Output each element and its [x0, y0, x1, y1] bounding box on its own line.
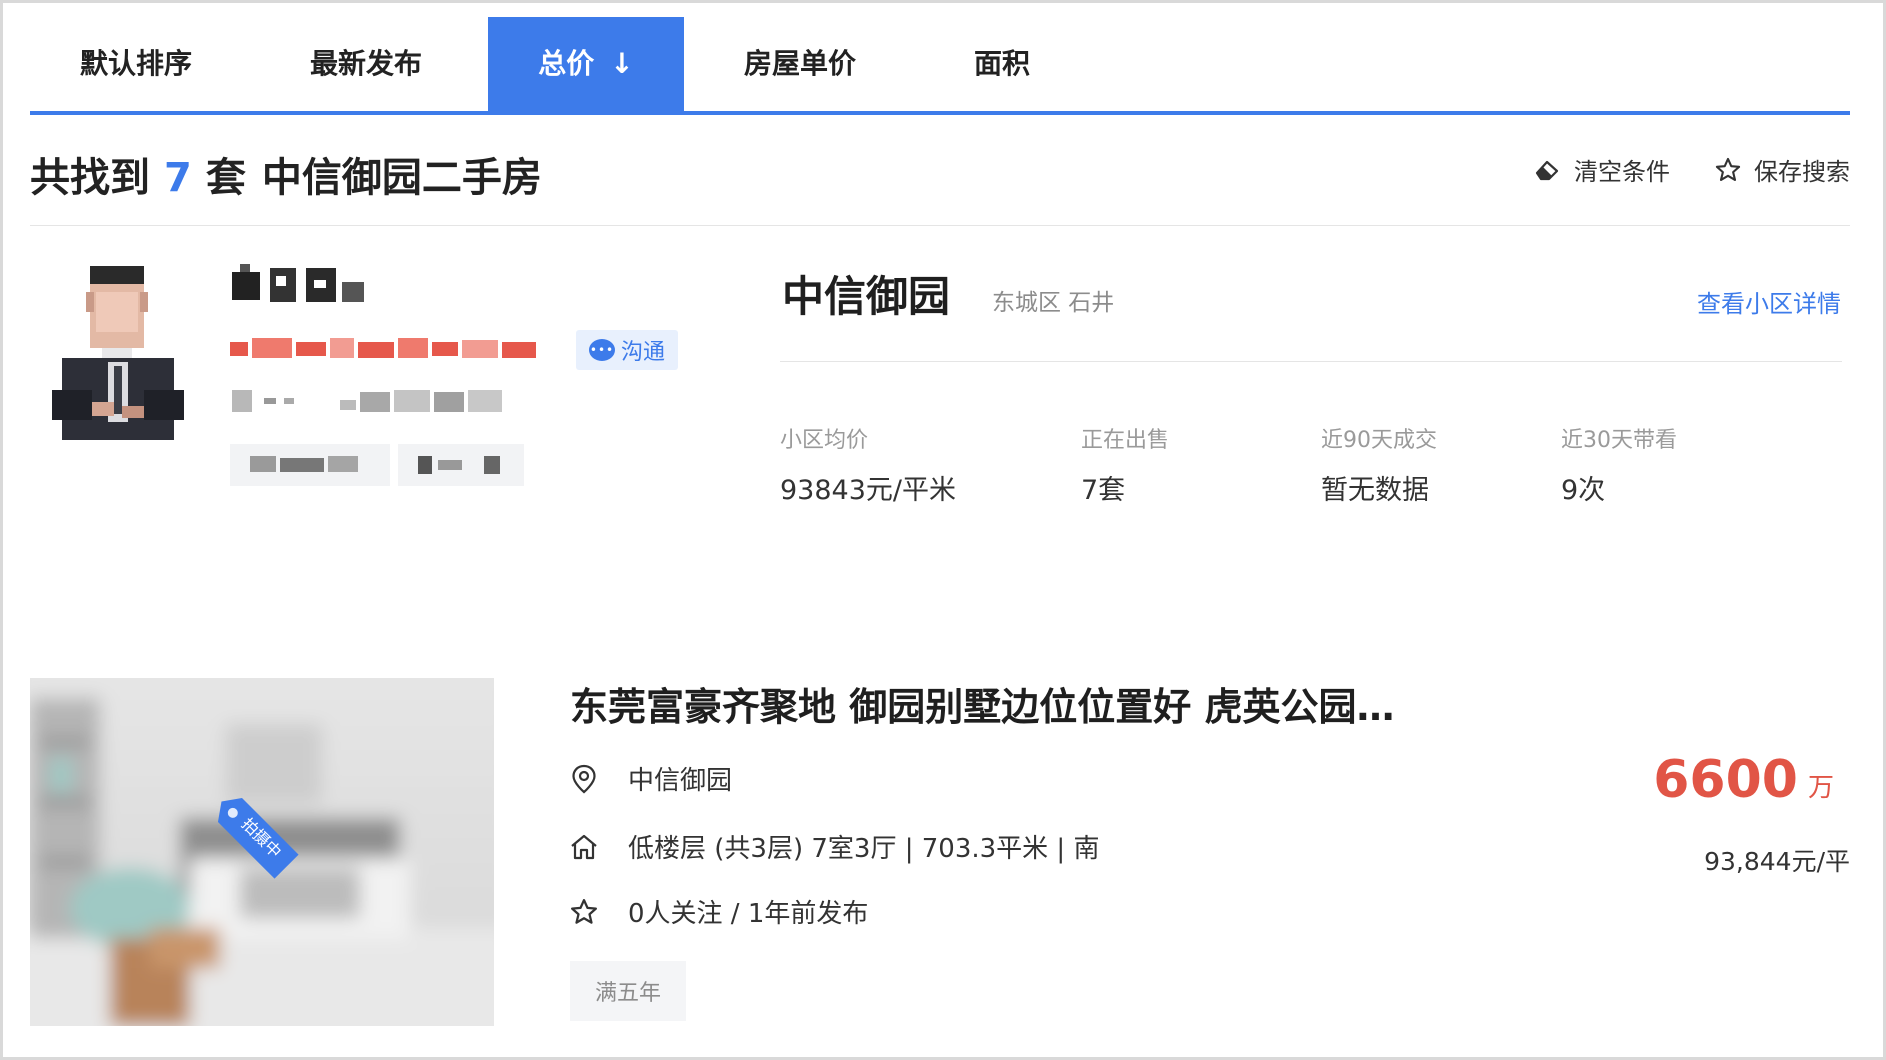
location-pin-icon — [572, 764, 596, 793]
agent-tag-pixelated — [250, 456, 358, 472]
tab-unit-price[interactable]: 房屋单价 — [744, 17, 856, 111]
star-icon — [1715, 157, 1741, 181]
agent-tag — [230, 444, 390, 486]
save-search-button[interactable]: 保存搜索 — [1714, 152, 1850, 187]
stat-avg-price: 小区均价 93843元/平米 — [780, 428, 956, 506]
house-icon — [571, 834, 597, 859]
agent-tag-2 — [398, 444, 524, 486]
unit-price: 93,844元/平 — [1704, 847, 1850, 876]
community-title[interactable]: 中信御园 — [782, 263, 950, 324]
clear-conditions-button[interactable]: 清空条件 — [1534, 152, 1670, 187]
agent-name-pixelated — [232, 264, 364, 302]
chat-button[interactable]: ••• 沟通 — [576, 330, 678, 370]
community-location: 东城区 石井 — [992, 290, 1115, 316]
agent-phone-pixelated — [232, 390, 502, 412]
listing-photo[interactable]: 拍摄中 — [30, 678, 494, 1026]
arrow-down-icon: ↓ — [610, 47, 634, 80]
divider — [30, 225, 1850, 226]
listing-follow-row: 0人关注 / 1年前发布 — [568, 893, 868, 930]
agent-tag-2-pixelated — [418, 456, 500, 474]
total-price-unit: 万 — [1807, 773, 1834, 803]
stat-on-sale: 正在出售 7套 — [1081, 428, 1170, 506]
star-icon — [571, 898, 597, 924]
stat-viewings-30d: 近30天带看 9次 — [1561, 428, 1677, 506]
total-price-value: 6600 — [1653, 750, 1798, 810]
total-price: 6600 万 — [1653, 750, 1834, 810]
listing-community-row: 中信御园 — [568, 760, 732, 797]
listing-details-row: 低楼层 (共3层) 7室3厅 | 703.3平米 | 南 — [568, 828, 1099, 865]
results-count: 7 — [164, 155, 192, 201]
badge-five-years: 满五年 — [570, 961, 686, 1021]
listing-photo-image: 拍摄中 — [30, 678, 494, 1026]
listing-community-link[interactable]: 中信御园 — [628, 760, 732, 797]
community-details-link[interactable]: 查看小区详情 — [1697, 284, 1841, 319]
tab-area[interactable]: 面积 — [974, 17, 1030, 111]
listing-follow-info: 0人关注 / 1年前发布 — [628, 899, 869, 929]
agent-avatar[interactable] — [52, 262, 184, 440]
chat-bubble-icon: ••• — [588, 339, 615, 361]
tab-newest[interactable]: 最新发布 — [310, 17, 422, 111]
listing-details: 低楼层 (共3层) 7室3厅 | 703.3平米 | 南 — [628, 834, 1100, 864]
tab-total-price-label: 总价 — [538, 47, 595, 80]
tab-total-price[interactable]: 总价 ↓ — [488, 17, 684, 111]
search-actions: 清空条件 保存搜索 — [1534, 152, 1850, 187]
tab-default-sort[interactable]: 默认排序 — [80, 17, 192, 111]
agent-company-pixelated — [230, 338, 536, 358]
eraser-icon — [1535, 160, 1559, 180]
results-summary: 共找到 7 套中信御园二手房 — [30, 155, 542, 201]
listing-title[interactable]: 东莞富豪齐聚地 御园别墅边位位置好 虎英公园… — [570, 676, 1570, 731]
stat-deals-90d: 近90天成交 暂无数据 — [1321, 428, 1437, 506]
results-name: 中信御园二手房 — [261, 155, 542, 201]
sort-tabs: 默认排序 最新发布 总价 ↓ 房屋单价 面积 — [30, 17, 1850, 115]
divider — [780, 361, 1842, 362]
